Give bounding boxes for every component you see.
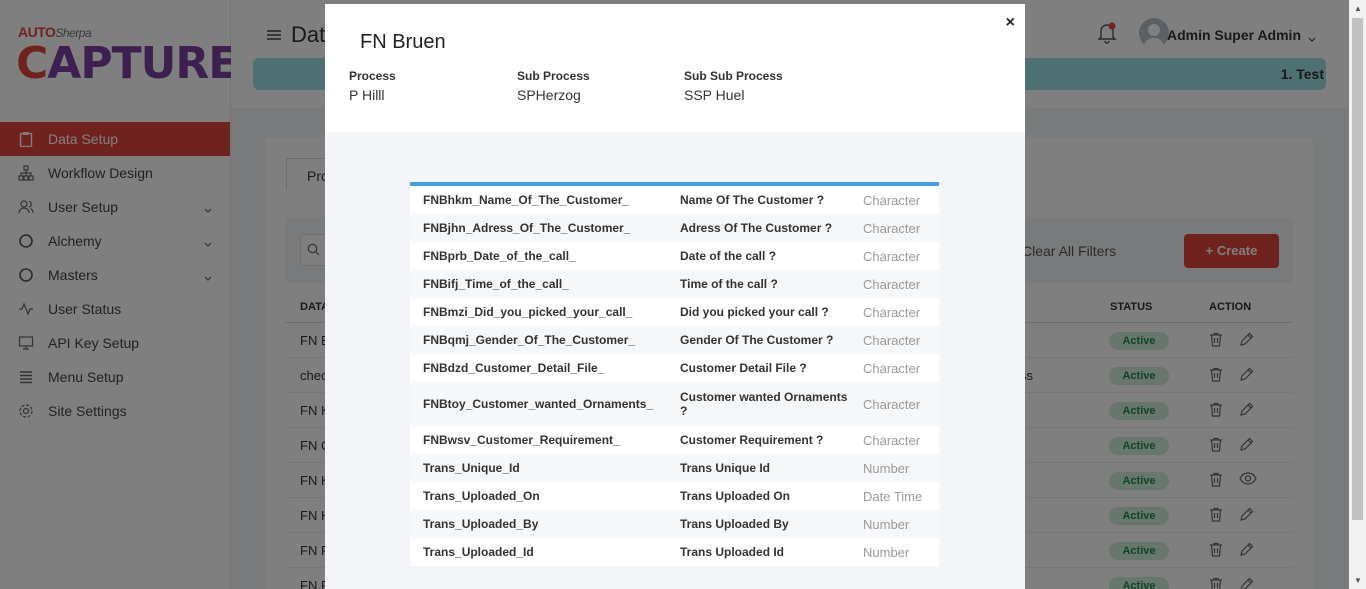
sub-process-label: Sub Process [517,69,590,83]
field-name: FNBifj_Time_of_the_call_ [423,277,569,291]
field-details-modal: FN Bruen × Process P Hilll Sub Process S… [325,4,1025,589]
modal-title: FN Bruen [360,31,446,53]
field-name: FNBdzd_Customer_Detail_File_ [423,361,605,375]
field-type: Character [863,432,921,448]
field-row: Trans_Uploaded_Id Trans Uploaded Id Number [410,538,939,566]
field-label: Time of the call ? [680,277,778,291]
field-row: Trans_Uploaded_On Trans Uploaded On Date T… [410,482,939,510]
scroll-down-icon[interactable]: ▼ [1354,576,1362,585]
sub-process-value: SPHerzog [517,87,581,103]
field-type: Character [863,304,921,320]
field-row: FNBqmj_Gender_Of_The_Customer_ Gender Of … [410,326,939,354]
field-type: Character [863,396,921,412]
field-row: FNBwsv_Customer_Requirement_ Customer Req… [410,426,939,454]
field-row: Trans_Uploaded_By Trans Uploaded By Number [410,510,939,538]
field-name: Trans_Uploaded_On [423,489,540,503]
fields-table: FNBhkm_Name_Of_The_Customer_ Name Of The … [410,182,939,566]
process-meta: Process P Hilll [349,69,396,103]
process-label: Process [349,69,396,83]
scroll-up-icon[interactable]: ▲ [1354,4,1362,13]
field-label: Adress Of The Customer ? [680,221,833,235]
field-name: Trans_Uploaded_By [423,517,539,531]
scroll-thumb[interactable] [1352,18,1363,520]
field-label: Did you picked your call ? [680,305,829,319]
field-row: FNBifj_Time_of_the_call_ Time of the call… [410,270,939,298]
field-name: FNBmzi_Did_you_picked_your_call_ [423,305,633,319]
field-row: FNBprb_Date_of_the_call_ Date of the call… [410,242,939,270]
field-type: Character [863,360,921,376]
field-name: FNBhkm_Name_Of_The_Customer_ [423,193,630,207]
field-type: Character [863,276,921,292]
field-type: Number [863,460,910,476]
field-label: Trans Uploaded By [680,517,789,531]
field-label: Customer wanted Ornaments ? [680,390,848,418]
page-scrollbar[interactable]: ▲ ▼ [1349,0,1366,589]
field-type: Character [863,332,921,348]
field-row: FNBmzi_Did_you_picked_your_call_ Did you … [410,298,939,326]
field-row: FNBtoy_Customer_wanted_Ornaments_ Custome… [410,382,939,426]
field-type: Number [863,516,910,532]
field-type: Character [863,248,921,264]
field-label: Gender Of The Customer ? [680,333,834,347]
field-row: FNBhkm_Name_Of_The_Customer_ Name Of The … [410,186,939,214]
field-name: FNBprb_Date_of_the_call_ [423,249,576,263]
field-row: FNBjhn_Adress_Of_The_Customer_ Adress Of … [410,214,939,242]
sub-sub-process-label: Sub Sub Process [684,69,783,83]
field-label: Customer Detail File ? [680,361,807,375]
field-name: Trans_Unique_Id [423,461,520,475]
modal-header: FN Bruen × Process P Hilll Sub Process S… [325,4,1025,132]
sub-sub-process-meta: Sub Sub Process SSP Huel [684,69,783,103]
field-label: Customer Requirement ? [680,433,824,447]
sub-sub-process-value: SSP Huel [684,87,745,103]
field-type: Character [863,220,921,236]
field-label: Date of the call ? [680,249,777,263]
field-name: FNBqmj_Gender_Of_The_Customer_ [423,333,636,347]
field-label: Trans Uploaded On [680,489,791,503]
field-name: FNBtoy_Customer_wanted_Ornaments_ [423,397,654,411]
field-type: Character [863,192,921,208]
field-label: Name Of The Customer ? [680,193,825,207]
field-label: Trans Unique Id [680,461,771,475]
process-value: P Hilll [349,87,385,103]
field-name: FNBjhn_Adress_Of_The_Customer_ [423,221,631,235]
close-icon[interactable]: × [1006,14,1015,32]
field-type: Number [863,544,910,560]
sub-process-meta: Sub Process SPHerzog [517,69,590,103]
field-row: Trans_Unique_Id Trans Unique Id Number [410,454,939,482]
field-label: Trans Uploaded Id [680,545,785,559]
field-type: Date Time [863,488,923,504]
field-name: FNBwsv_Customer_Requirement_ [423,433,620,447]
field-row: FNBdzd_Customer_Detail_File_ Customer Det… [410,354,939,382]
field-name: Trans_Uploaded_Id [423,545,534,559]
